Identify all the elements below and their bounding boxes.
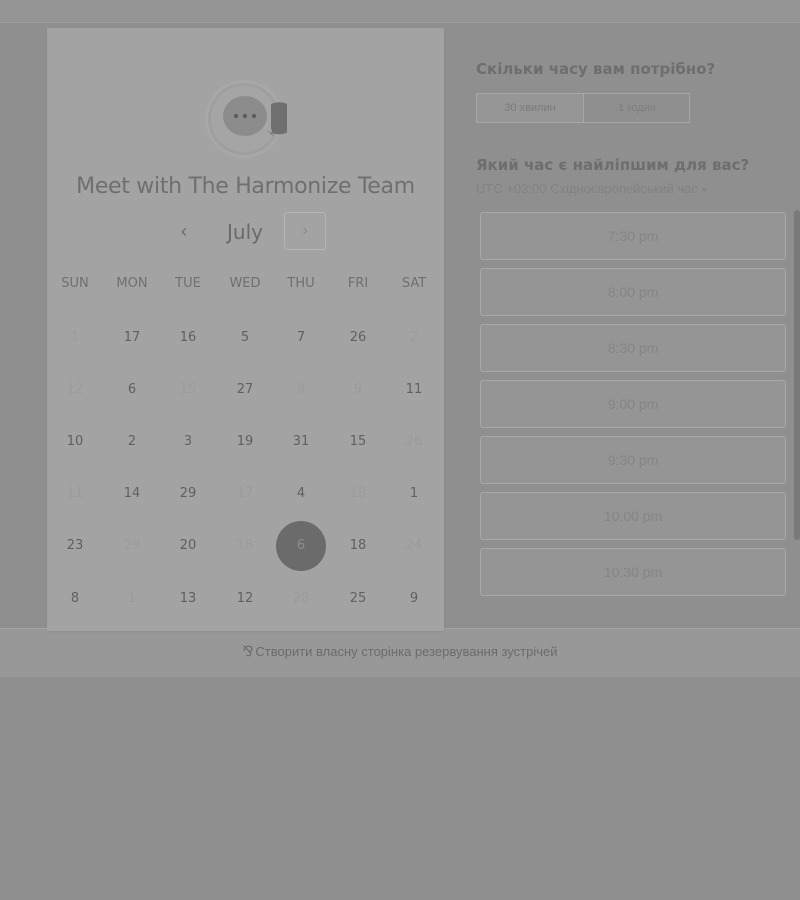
weekday-label: THU (287, 276, 315, 291)
calendar-title: Meet with The Harmonize Team (76, 174, 415, 199)
calendar-day[interactable]: 7 (276, 313, 326, 363)
next-month-button[interactable]: › (284, 212, 326, 250)
selected-day[interactable]: 6 (276, 521, 326, 571)
sprocket-icon: ⅋ (242, 643, 254, 659)
calendar-day[interactable]: 2 (107, 417, 157, 467)
duration-selector: 30 хвилин 1 годин (476, 93, 690, 123)
calendar-day[interactable]: 5 (220, 313, 270, 363)
day-grid: 1 17 16 5 7 26 2 12 6 15 27 8 9 11 10 2 3 19 31 15 26 11 14 29 1… (47, 310, 444, 630)
calendar-day[interactable]: 31 (276, 417, 326, 467)
calendar-day: 12 (66, 382, 84, 397)
weekday-label: WED (229, 276, 261, 291)
weekday-label: SUN (61, 276, 89, 291)
weekday-label: TUE (175, 276, 201, 291)
duration-question: Скільки часу вам потрібно? (476, 60, 716, 78)
calendar-day: 15 (179, 382, 197, 397)
time-slot-scrollbar[interactable] (794, 210, 800, 540)
calendar-day: 29 (123, 538, 141, 553)
calendar-day: 11 (66, 486, 84, 501)
time-slot-list: 7:30 pm 8:00 pm 8:30 pm 9:00 pm 9:30 pm 10:00… (480, 212, 786, 628)
calendar-day[interactable]: 1 (389, 469, 439, 519)
timezone-label: UTC +03:00 Східноєвропейський час (476, 181, 698, 196)
calendar-day[interactable]: 12 (220, 574, 270, 624)
calendar-day[interactable]: 19 (220, 417, 270, 467)
month-label: July (227, 220, 263, 244)
calendar-day: 2 (409, 330, 419, 345)
calendar-day[interactable]: 27 (220, 365, 270, 415)
calendar-day[interactable]: 29 (163, 469, 213, 519)
duration-option-1h[interactable]: 1 годин (584, 94, 690, 122)
calendar-day[interactable]: 15 (333, 417, 383, 467)
calendar-day[interactable]: 13 (163, 574, 213, 624)
calendar-day[interactable]: 18 (333, 521, 383, 571)
weekday-label: FRI (347, 276, 369, 291)
caret-down-icon: ▾ (701, 185, 707, 196)
prev-month-button[interactable]: ‹ (169, 216, 199, 246)
calendar-day: 24 (405, 538, 423, 553)
calendar-day[interactable]: 8 (50, 574, 100, 624)
duration-option-30min[interactable]: 30 хвилин (477, 94, 584, 122)
weekday-label: SAT (401, 276, 427, 291)
calendar-day: 18 (349, 486, 367, 501)
calendar-day: 9 (353, 382, 363, 397)
weekday-label: MON (116, 276, 148, 291)
calendar-day: 28 (292, 591, 310, 606)
calendar-day[interactable]: 16 (163, 313, 213, 363)
calendar-day[interactable]: 23 (50, 521, 100, 571)
calendar-card: Meet with The Harmonize Team ‹ July › SU… (47, 28, 444, 631)
calendar-day[interactable]: 3 (163, 417, 213, 467)
calendar-day[interactable]: 25 (333, 574, 383, 624)
time-slot-button[interactable]: 8:00 pm (480, 268, 786, 316)
weekday-header: SUN MON TUE WED THU FRI SAT (47, 276, 444, 296)
time-slot-button[interactable]: 10:00 pm (480, 492, 786, 540)
calendar-day[interactable]: 6 (107, 365, 157, 415)
calendar-day[interactable]: 11 (389, 365, 439, 415)
timezone-selector[interactable]: UTC +03:00 Східноєвропейський час ▾ (476, 181, 707, 196)
time-slot-button[interactable]: 9:00 pm (480, 380, 786, 428)
calendar-day[interactable]: 4 (276, 469, 326, 519)
time-slot-button[interactable]: 9:30 pm (480, 436, 786, 484)
calendar-day[interactable]: 26 (333, 313, 383, 363)
chat-bubble-icon (223, 96, 287, 136)
calendar-day: 1 (127, 591, 137, 606)
calendar-day[interactable]: 9 (389, 574, 439, 624)
calendar-day[interactable]: 20 (163, 521, 213, 571)
time-question: Який час є найліпшим для вас? (476, 156, 750, 174)
calendar-day[interactable]: 17 (107, 313, 157, 363)
calendar-day[interactable]: 14 (107, 469, 157, 519)
time-slot-button[interactable]: 8:30 pm (480, 324, 786, 372)
time-slot-button[interactable]: 7:30 pm (480, 212, 786, 260)
calendar-day[interactable]: 10 (50, 417, 100, 467)
time-slot-button[interactable]: 10:30 pm (480, 548, 786, 596)
create-booking-page-link[interactable]: ⅋ Створити власну сторінка резервування з… (0, 643, 800, 660)
calendar-day: 1 (70, 330, 80, 345)
create-booking-page-label: Створити власну сторінка резервування зу… (255, 644, 558, 659)
scheduler-panel: Скільки часу вам потрібно? 30 хвилин 1 г… (476, 0, 800, 628)
calendar-day: 17 (236, 486, 254, 501)
calendar-day: 8 (296, 382, 306, 397)
calendar-day: 26 (405, 434, 423, 449)
calendar-day: 18 (236, 538, 254, 553)
month-navigation: ‹ July › (47, 212, 444, 252)
